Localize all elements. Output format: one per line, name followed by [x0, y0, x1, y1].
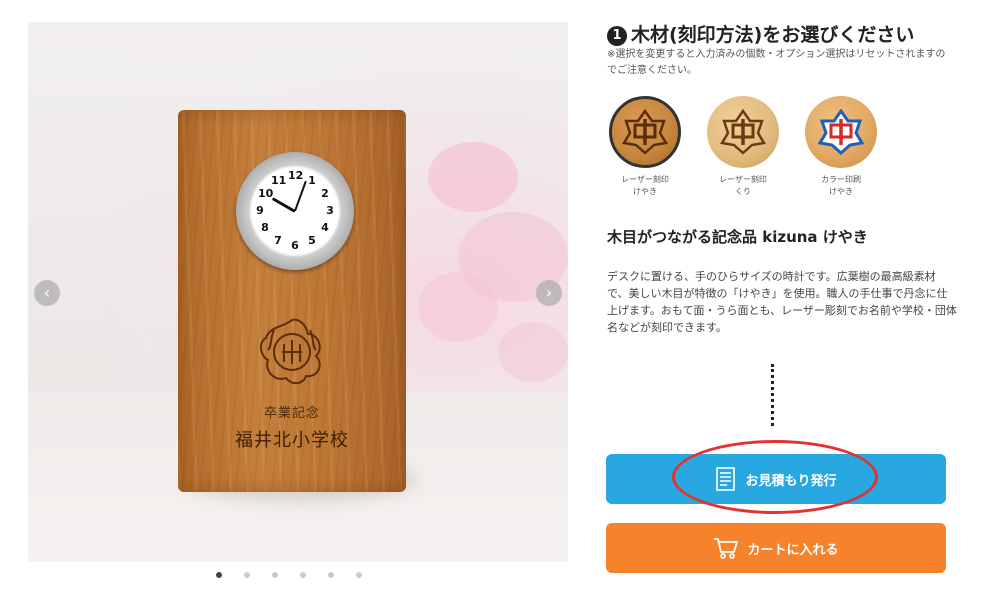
minute-hand: [294, 180, 307, 212]
carousel-dot[interactable]: [216, 572, 222, 578]
clock-number: 5: [308, 234, 316, 247]
wood-swatch[interactable]: [707, 96, 779, 168]
clock-face: 12 1 2 3 4 5 6 7 8 9 10 11: [249, 165, 341, 257]
selection-title: 木材(刻印方法)をお選びください: [631, 24, 915, 46]
carousel-dot[interactable]: [272, 572, 278, 578]
add-to-cart-button[interactable]: カートに入れる: [606, 523, 946, 573]
clock-number: 3: [326, 204, 334, 217]
wood-swatch[interactable]: [609, 96, 681, 168]
product-photo: 12 1 2 3 4 5 6 7 8 9 10 11 卒業記念 福井北小学校: [28, 22, 568, 562]
carousel-dot[interactable]: [328, 572, 334, 578]
clock-number: 8: [261, 221, 269, 234]
school-emblem-icon: [260, 318, 321, 384]
option-label: カラー印刷 けやき: [821, 174, 861, 198]
product-image-carousel[interactable]: 12 1 2 3 4 5 6 7 8 9 10 11 卒業記念 福井北小学校 ‹…: [28, 22, 568, 562]
carousel-dot[interactable]: [244, 572, 250, 578]
clock-number: 10: [258, 187, 274, 200]
chevron-right-icon: ›: [545, 283, 553, 302]
clock-number: 6: [291, 239, 299, 252]
dotted-connector: [771, 364, 774, 426]
clock-number: 12: [288, 169, 304, 182]
option-label-line2: くり: [735, 187, 751, 196]
crest-icon: [818, 109, 864, 155]
carousel-dot[interactable]: [300, 572, 306, 578]
wood-swatch[interactable]: [805, 96, 877, 168]
option-label-line2: けやき: [633, 187, 657, 196]
product-name: 木目がつながる記念品 kizuna けやき: [607, 228, 868, 246]
carousel-pagination: [216, 572, 362, 578]
cart-button-label: カートに入れる: [747, 542, 839, 558]
clock-number: 4: [321, 221, 329, 234]
carousel-dot[interactable]: [356, 572, 362, 578]
selection-heading: 1 木材(刻印方法)をお選びください: [607, 20, 914, 47]
option-label-line2: けやき: [829, 187, 853, 196]
blossom-decoration: [498, 322, 568, 382]
clock-bezel: 12 1 2 3 4 5 6 7 8 9 10 11: [236, 152, 354, 270]
quote-button[interactable]: お見積もり発行: [606, 454, 946, 504]
step-number-badge: 1: [607, 26, 627, 46]
option-label-line1: カラー印刷: [821, 175, 861, 184]
clock-number: 1: [308, 174, 316, 187]
clock-number: 9: [256, 204, 264, 217]
option-laser-kuri[interactable]: レーザー刻印 くり: [705, 96, 781, 198]
option-label-line1: レーザー刻印: [621, 175, 669, 184]
option-laser-keyaki[interactable]: レーザー刻印 けやき: [607, 96, 683, 198]
cart-icon: [714, 538, 739, 559]
carousel-next-button[interactable]: ›: [536, 280, 562, 306]
engraving-subtitle: 卒業記念: [263, 406, 320, 421]
product-description: デスクに置ける、手のひらサイズの時計です。広葉樹の最高級素材で、美しい木目が特徴…: [607, 270, 957, 334]
wooden-clock-block: 12 1 2 3 4 5 6 7 8 9 10 11 卒業記念 福井北小学校: [178, 110, 406, 492]
chevron-left-icon: ‹: [43, 283, 51, 302]
option-label: レーザー刻印 けやき: [621, 174, 669, 198]
wood-options: レーザー刻印 けやき レーザー刻印 くり カラー印刷 けやき: [607, 96, 879, 198]
quote-button-label: お見積もり発行: [745, 473, 837, 489]
blossom-decoration: [418, 272, 498, 342]
clock-number: 2: [321, 187, 329, 200]
engraving-school-name: 福井北小学校: [235, 430, 349, 451]
document-icon: [716, 467, 736, 491]
blossom-decoration: [428, 142, 518, 212]
hour-hand: [271, 197, 296, 213]
option-color-keyaki[interactable]: カラー印刷 けやき: [803, 96, 879, 198]
option-label-line1: レーザー刻印: [719, 175, 767, 184]
option-label: レーザー刻印 くり: [719, 174, 767, 198]
clock-number: 11: [271, 174, 287, 187]
clock-number: 7: [274, 234, 282, 247]
crest-icon: [720, 109, 766, 155]
crest-icon: [622, 109, 668, 155]
selection-notice: ※選択を変更すると入力済みの個数・オプション選択はリセットされますのでご注意くだ…: [607, 49, 946, 76]
carousel-prev-button[interactable]: ‹: [34, 280, 60, 306]
